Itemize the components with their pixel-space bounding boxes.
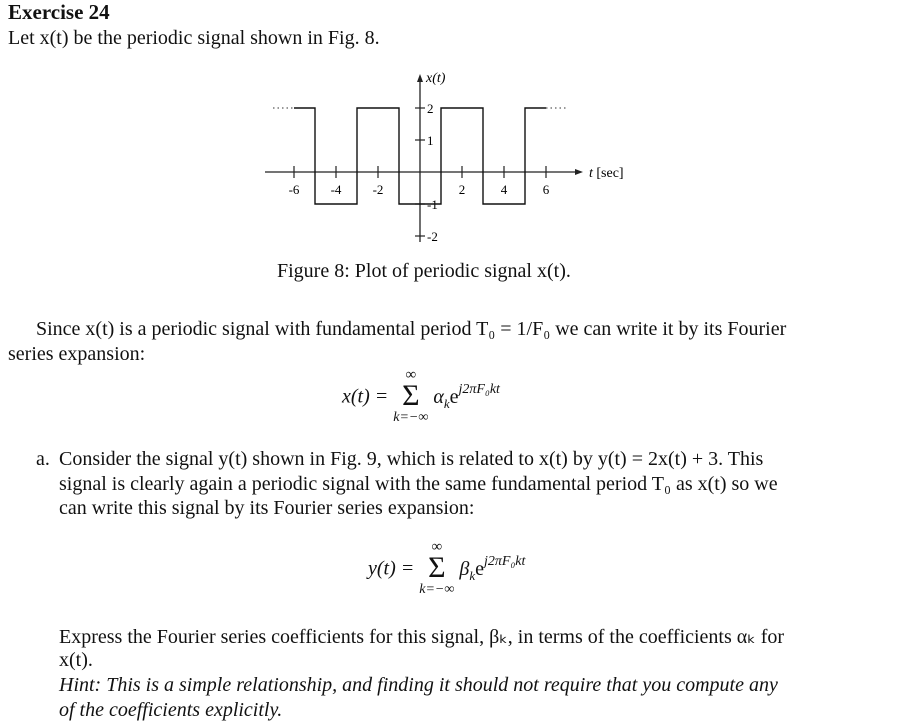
x-axis-arrow <box>575 169 583 175</box>
exponent: j2πF₀kt <box>483 554 526 569</box>
coefficient: α <box>433 386 444 408</box>
y-tick-label: -2 <box>427 229 438 244</box>
signal-plot: t [sec]x(t)-6 -4 -2 2 4 621-1-2 <box>265 71 624 244</box>
paragraph-line: series expansion: <box>8 343 146 365</box>
paragraph-line: Express the Fourier series coefficients … <box>59 626 785 648</box>
x-tick-label: -6 <box>289 182 300 197</box>
sum-lower-limit: k=−∞ <box>393 410 429 425</box>
x-tick-label: -4 <box>331 182 342 197</box>
coefficient: β <box>459 558 470 580</box>
sigma-symbol: Σ <box>428 551 446 584</box>
sum-lower-limit: k=−∞ <box>419 582 455 597</box>
paragraph-line: can write this signal by its Fourier ser… <box>59 497 475 519</box>
x-tick-label: 4 <box>501 182 508 197</box>
paragraph-line: x(t). <box>59 649 93 671</box>
x-axis-label: t [sec] <box>589 166 624 181</box>
summation: ∞ Σ k=−∞ <box>393 368 428 426</box>
part-a-marker: a. <box>36 448 50 470</box>
equation-x: x(t) = ∞ Σ k=−∞ αkej2πF₀kt <box>342 368 500 426</box>
y-axis-label: x(t) <box>425 71 446 86</box>
paragraph-line: Consider the signal y(t) shown in Fig. 9… <box>59 448 764 470</box>
figure-caption: Figure 8: Plot of periodic signal x(t). <box>277 260 571 282</box>
exponent: j2πF₀kt <box>458 382 500 397</box>
equation-lhs: y(t) = <box>368 557 415 580</box>
y-axis-arrow <box>417 74 423 82</box>
y-tick-label: 1 <box>427 133 434 148</box>
exp-base: e <box>475 558 484 580</box>
y-tick-label: 2 <box>427 101 434 116</box>
sigma-symbol: Σ <box>402 379 420 412</box>
x-tick-label: 2 <box>459 182 466 197</box>
equation-lhs: x(t) = <box>342 385 389 408</box>
exercise-intro: Let x(t) be the periodic signal shown in… <box>8 27 380 49</box>
summation: ∞ Σ k=−∞ <box>419 540 454 598</box>
hint-line: of the coefficients explicitly. <box>59 699 283 721</box>
exp-base: e <box>449 386 459 408</box>
hint-line: Hint: This is a simple relationship, and… <box>59 674 778 696</box>
x-tick-label: -2 <box>373 182 384 197</box>
paragraph-line: Since x(t) is a periodic signal with fun… <box>36 318 787 340</box>
exercise-title: Exercise 24 <box>8 0 110 24</box>
equation-y: y(t) = ∞ Σ k=−∞ βkej2πF₀kt <box>368 540 525 598</box>
paragraph-line: signal is clearly again a periodic signa… <box>59 473 778 495</box>
x-tick-label: 6 <box>543 182 550 197</box>
